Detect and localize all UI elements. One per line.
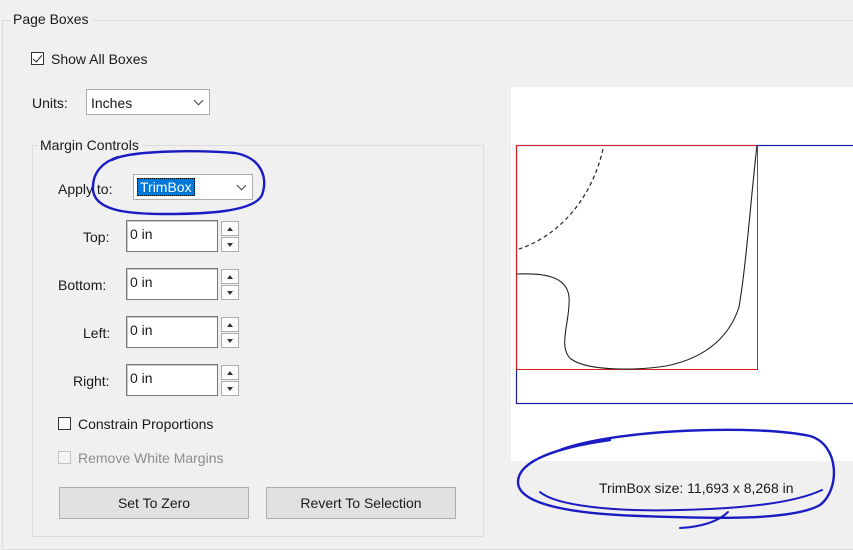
page-preview-drawing — [511, 87, 853, 461]
left-spinner[interactable] — [221, 317, 239, 348]
trimbox-size-text: TrimBox size: 11,693 x 8,268 in — [599, 480, 794, 496]
show-all-boxes-label[interactable]: Show All Boxes — [51, 51, 148, 67]
spin-up-icon[interactable] — [221, 317, 239, 332]
set-to-zero-button[interactable]: Set To Zero — [59, 487, 249, 519]
show-all-boxes-checkbox[interactable] — [31, 52, 44, 65]
dashed-curve — [519, 149, 603, 249]
bottom-input[interactable]: 0 in — [126, 268, 218, 300]
margin-controls-title: Margin Controls — [37, 137, 142, 153]
apply-to-label: Apply to: — [58, 181, 112, 197]
remove-white-margins-label: Remove White Margins — [78, 450, 224, 466]
remove-white-margins-checkbox — [58, 451, 71, 464]
units-value: Inches — [91, 95, 132, 111]
page-boxes-title: Page Boxes — [10, 11, 92, 27]
bottom-spinner[interactable] — [221, 269, 239, 300]
units-label: Units: — [32, 95, 68, 111]
spin-down-icon[interactable] — [221, 237, 239, 252]
spin-down-icon[interactable] — [221, 333, 239, 348]
chevron-down-icon[interactable] — [230, 175, 252, 199]
top-value: 0 in — [130, 226, 153, 242]
spin-up-icon[interactable] — [221, 269, 239, 284]
units-select[interactable]: Inches — [86, 89, 210, 115]
spin-down-icon[interactable] — [221, 285, 239, 300]
top-label: Top: — [83, 229, 109, 245]
page-shape-curve — [516, 145, 757, 369]
apply-to-value: TrimBox — [137, 178, 195, 196]
right-value: 0 in — [130, 370, 153, 386]
spin-up-icon[interactable] — [221, 365, 239, 380]
chevron-down-icon[interactable] — [187, 90, 209, 114]
mediabox-outline — [517, 146, 853, 404]
left-input[interactable]: 0 in — [126, 316, 218, 348]
top-spinner[interactable] — [221, 221, 239, 252]
left-value: 0 in — [130, 322, 153, 338]
revert-to-selection-button[interactable]: Revert To Selection — [266, 487, 456, 519]
right-input[interactable]: 0 in — [126, 364, 218, 396]
spin-down-icon[interactable] — [221, 381, 239, 396]
spin-up-icon[interactable] — [221, 221, 239, 236]
top-input[interactable]: 0 in — [126, 220, 218, 252]
constrain-proportions-label[interactable]: Constrain Proportions — [78, 416, 213, 432]
left-label: Left: — [83, 325, 110, 341]
right-spinner[interactable] — [221, 365, 239, 396]
page-preview — [511, 87, 853, 461]
constrain-proportions-checkbox[interactable] — [58, 417, 71, 430]
margin-controls-group — [32, 145, 484, 537]
bottom-label: Bottom: — [58, 277, 106, 293]
apply-to-select[interactable]: TrimBox — [133, 174, 253, 200]
trimbox-outline — [517, 146, 758, 370]
right-label: Right: — [73, 373, 110, 389]
bottom-value: 0 in — [130, 274, 153, 290]
